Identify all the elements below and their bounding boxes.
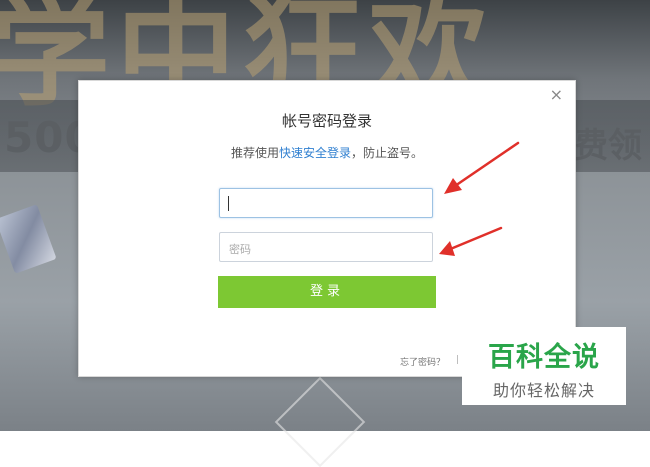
text-caret	[228, 196, 229, 211]
watermark-subtitle: 助你轻松解决	[492, 381, 595, 400]
subtitle-prefix: 推荐使用	[230, 146, 279, 160]
red-arrow-icon	[444, 141, 520, 194]
close-icon[interactable]: ×	[550, 85, 563, 104]
username-input[interactable]	[219, 188, 433, 218]
red-arrow-icon	[439, 226, 503, 256]
subtitle-suffix: ，防止盗号。	[351, 146, 424, 160]
quick-login-link[interactable]: 快速安全登录	[279, 146, 351, 160]
footer-separator: |	[456, 355, 460, 365]
forgot-password-link[interactable]: 忘了密码？	[400, 355, 445, 368]
background-promo-text-right: 费领	[574, 126, 642, 166]
password-placeholder: 密码	[229, 243, 251, 256]
watermark-title: 百科全说	[488, 342, 600, 373]
dialog-title: 帐号密码登录	[281, 112, 372, 130]
password-input[interactable]: 密码	[219, 232, 433, 262]
watermark-badge: 百科全说 助你轻松解决	[462, 327, 626, 405]
login-button[interactable]: 登录	[218, 276, 436, 308]
